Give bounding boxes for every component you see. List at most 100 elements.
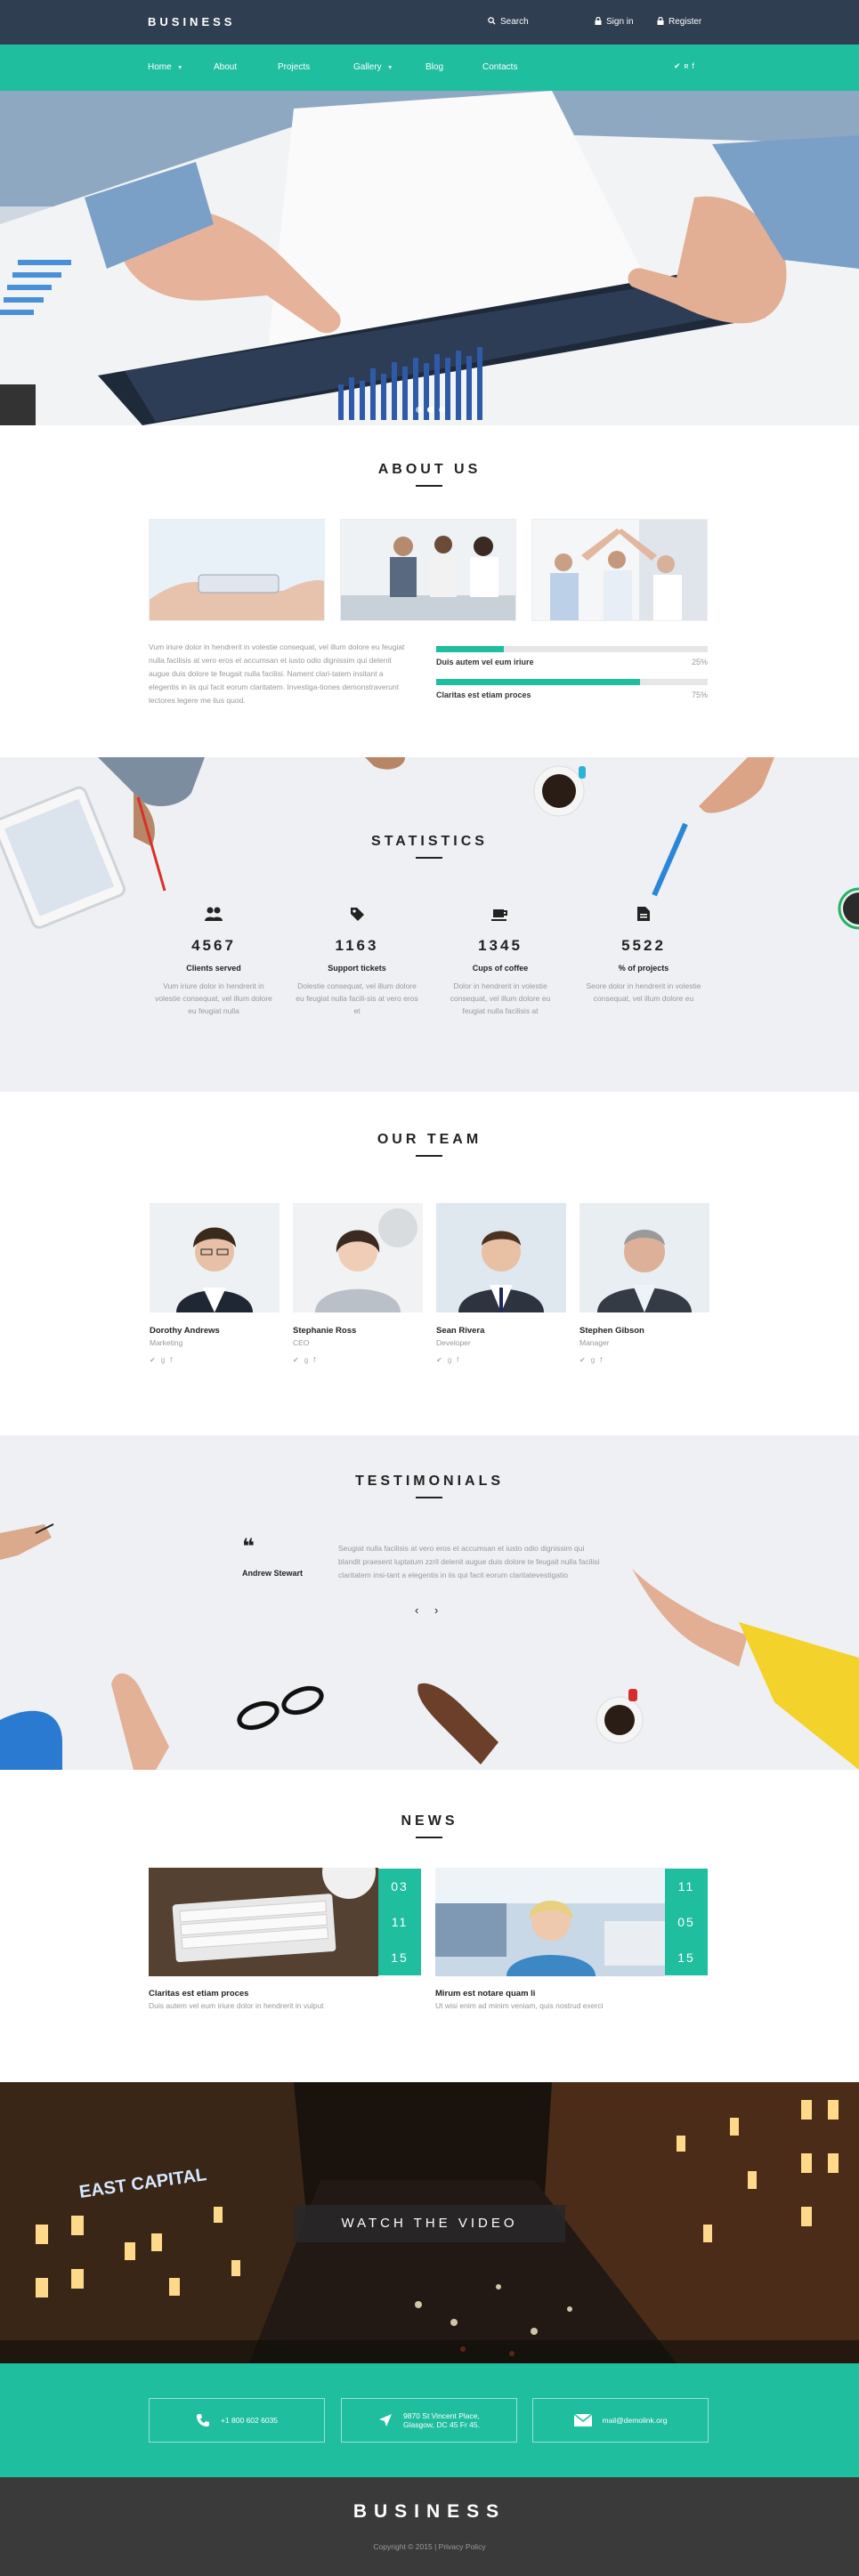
- email-box[interactable]: mail@demolink.org: [532, 2398, 709, 2443]
- news-excerpt: Ut wisi enim ad minim veniam, quis nostr…: [435, 2001, 604, 2010]
- envelope-icon: [573, 2414, 592, 2427]
- watch-video-button[interactable]: WATCH THE VIDEO: [294, 2205, 565, 2242]
- nav-item-gallery[interactable]: Gallery ▼: [353, 62, 393, 72]
- slider-dot[interactable]: [439, 407, 445, 413]
- news-day: 11: [677, 1879, 695, 1894]
- google-plus-icon[interactable]: g: [448, 1356, 457, 1364]
- member-social: ✔gf: [579, 1356, 709, 1364]
- member-social: ✔gf: [436, 1356, 566, 1364]
- stat-number: 5522: [621, 937, 666, 954]
- member-social: ✔gf: [150, 1356, 280, 1364]
- news-card[interactable]: 11 05 15: [435, 1868, 708, 1976]
- nav-item-blog[interactable]: Blog: [425, 62, 443, 72]
- search-link[interactable]: Search: [488, 17, 529, 27]
- next-arrow-icon[interactable]: ›: [434, 1603, 438, 1617]
- title-underline: [416, 1497, 442, 1498]
- stat-text: Dolor in hendrerit in volestie consequat…: [450, 981, 551, 1015]
- stat-label: Support tickets: [328, 964, 386, 973]
- logo[interactable]: BUSINESS: [148, 15, 235, 28]
- stat-text: Dolestie consequat, vel illum dolore eu …: [296, 981, 418, 1015]
- about-text: Vum iriure dolor in hendrerit in volesti…: [149, 642, 405, 705]
- avatar[interactable]: [579, 1203, 709, 1312]
- skill-bar: Claritas est etiam proces 75%: [436, 679, 708, 703]
- contacts-section: +1 800 602 6035 9870 St Vincent Place, Gl…: [0, 2363, 859, 2477]
- news-month: 11: [391, 1915, 409, 1929]
- document-icon: [637, 907, 650, 921]
- stat-label: Cups of coffee: [472, 964, 529, 973]
- twitter-icon[interactable]: ✔: [674, 61, 685, 70]
- users-icon: [205, 907, 223, 921]
- stat-label: Clients served: [186, 964, 241, 973]
- google-plus-icon[interactable]: g: [161, 1356, 170, 1364]
- news-year: 15: [677, 1950, 695, 1965]
- facebook-icon[interactable]: f: [692, 61, 698, 70]
- top-bar: BUSINESS Search Sign in Register: [0, 0, 859, 44]
- nav-item-home[interactable]: Home ▼: [148, 62, 183, 72]
- register-link[interactable]: Register: [657, 16, 702, 27]
- skill-label: Duis autem vel eum iriure: [436, 658, 534, 666]
- page: { "header": { "logo": "BUSINESS", "searc…: [0, 0, 859, 2576]
- privacy-policy-link[interactable]: Privacy Policy: [439, 2542, 486, 2551]
- address-box[interactable]: 9870 St Vincent Place, Glasgow, DC 45 Fr …: [341, 2398, 517, 2443]
- news-image: [149, 1868, 378, 1976]
- nav-label: About: [214, 62, 238, 72]
- google-plus-icon[interactable]: g: [591, 1356, 600, 1364]
- nav-item-projects[interactable]: Projects: [278, 62, 310, 72]
- stat-tickets: 1163 Support tickets Dolestie consequat,…: [295, 906, 419, 1017]
- news-day: 03: [391, 1879, 409, 1894]
- nav-label: Gallery: [353, 62, 382, 72]
- slider-dot[interactable]: [427, 407, 434, 413]
- news-excerpt: Duis autem vel eum iriure dolor in hendr…: [149, 2001, 324, 2010]
- sign-in-link[interactable]: Sign in: [595, 16, 634, 27]
- news-headline[interactable]: Claritas est etiam proces: [149, 1989, 248, 1999]
- member-role: Marketing: [150, 1338, 183, 1347]
- lock-icon: [657, 16, 664, 25]
- about-photo-highfive: [531, 519, 708, 621]
- facebook-icon[interactable]: f: [313, 1356, 320, 1364]
- news-card[interactable]: 03 11 15: [149, 1868, 421, 1976]
- address-line: Glasgow, DC 45 Fr 45.: [403, 2420, 480, 2429]
- member-role: Developer: [436, 1338, 471, 1347]
- avatar[interactable]: [150, 1203, 280, 1312]
- news-date: 03 11 15: [378, 1869, 421, 1975]
- twitter-icon[interactable]: ✔: [150, 1356, 161, 1364]
- skill-percent: 25%: [691, 658, 708, 666]
- news-month: 05: [677, 1915, 695, 1929]
- facebook-icon[interactable]: f: [457, 1356, 464, 1364]
- facebook-icon[interactable]: f: [600, 1356, 607, 1364]
- nav-item-contacts[interactable]: Contacts: [482, 62, 517, 72]
- stat-label: % of projects: [618, 964, 669, 973]
- team-member: Sean Rivera Developer ✔gf: [436, 1203, 566, 1364]
- location-arrow-icon: [379, 2414, 392, 2427]
- stat-coffee: 1345 Cups of coffee Dolor in hendrerit i…: [438, 906, 563, 1017]
- register-label: Register: [669, 17, 702, 27]
- twitter-icon[interactable]: ✔: [579, 1356, 591, 1364]
- twitter-icon[interactable]: ✔: [436, 1356, 448, 1364]
- phone-number: +1 800 602 6035: [220, 2416, 279, 2425]
- twitter-icon[interactable]: ✔: [293, 1356, 304, 1364]
- prev-arrow-icon[interactable]: ‹: [415, 1603, 418, 1617]
- google-plus-icon[interactable]: g: [304, 1356, 313, 1364]
- skill-bar: Duis autem vel eum iriure 25%: [436, 646, 708, 670]
- footer: BUSINESS Copyright © 2015 | Privacy Poli…: [0, 2477, 859, 2576]
- stat-number: 4567: [191, 937, 236, 954]
- phone-icon: [196, 2414, 209, 2427]
- news-headline[interactable]: Mirum est notare quam li: [435, 1989, 535, 1999]
- avatar[interactable]: [436, 1203, 566, 1312]
- footer-logo[interactable]: BUSINESS: [0, 2501, 859, 2523]
- progress-fill: [436, 679, 640, 685]
- hero-slider: [0, 91, 859, 425]
- sign-in-label: Sign in: [606, 17, 634, 27]
- nav-item-about[interactable]: About: [214, 62, 237, 72]
- avatar[interactable]: [293, 1203, 423, 1312]
- copyright-text: Copyright © 2015: [373, 2542, 433, 2551]
- stat-text: Seore dolor in hendrerit in volestie con…: [586, 981, 701, 1003]
- slider-dot[interactable]: [416, 407, 422, 413]
- facebook-icon[interactable]: f: [170, 1356, 177, 1364]
- testimonial-author: Andrew Stewart: [242, 1569, 304, 1578]
- title-underline: [416, 485, 442, 487]
- phone-box[interactable]: +1 800 602 6035: [149, 2398, 325, 2443]
- about-image: [532, 520, 707, 620]
- progress-track: [436, 679, 708, 685]
- stat-text: Vum iriure dolor in hendrerit in volesti…: [155, 981, 272, 1015]
